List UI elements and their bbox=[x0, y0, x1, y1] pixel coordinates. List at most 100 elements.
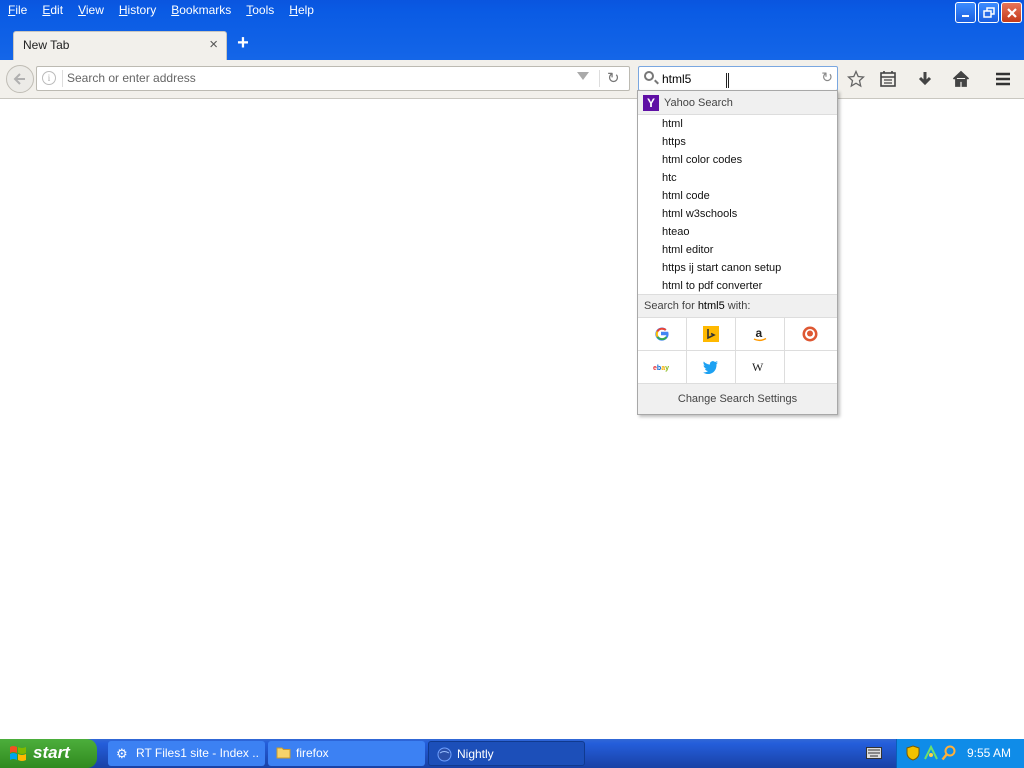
svg-text:ebay: ebay bbox=[653, 365, 669, 372]
search-bar[interactable]: ↻ bbox=[638, 66, 838, 91]
navigation-toolbar: i ↻ ↻ bbox=[0, 60, 1024, 99]
address-input[interactable] bbox=[67, 69, 567, 87]
restore-button[interactable] bbox=[978, 2, 999, 23]
yahoo-icon: Y bbox=[643, 95, 659, 111]
window-titlebar: File Edit View History Bookmarks Tools H… bbox=[0, 0, 1024, 60]
menu-bookmarks-label: ookmarks bbox=[179, 3, 232, 17]
suggestion-item[interactable]: html bbox=[638, 115, 837, 133]
menu-view[interactable]: View bbox=[70, 0, 111, 22]
suggestion-item[interactable]: hteao bbox=[638, 223, 837, 241]
reload-icon[interactable]: ↻ bbox=[607, 69, 620, 87]
text-cursor bbox=[726, 73, 729, 88]
back-arrow-icon bbox=[13, 73, 25, 85]
close-icon bbox=[1006, 7, 1017, 18]
menu-file[interactable]: File bbox=[0, 0, 34, 22]
duckduckgo-engine-button[interactable] bbox=[785, 318, 834, 350]
history-dropdown-icon[interactable] bbox=[577, 72, 589, 80]
twitter-engine-button[interactable] bbox=[687, 351, 736, 383]
back-button[interactable] bbox=[6, 65, 34, 93]
security-shield-icon[interactable] bbox=[905, 745, 921, 761]
taskbar: start ⚙ RT Files1 site - Index ... firef… bbox=[0, 739, 1024, 768]
network-icon[interactable] bbox=[923, 744, 939, 761]
tab-label: New Tab bbox=[23, 38, 70, 52]
urlbar-divider-2 bbox=[599, 70, 600, 87]
taskbar-item-label: firefox bbox=[296, 746, 329, 760]
search-for-label: Search for html5 with: bbox=[638, 294, 837, 318]
bing-engine-button[interactable] bbox=[687, 318, 736, 350]
minimize-icon bbox=[961, 14, 969, 17]
folder-icon bbox=[276, 746, 291, 761]
site-info-icon[interactable]: i bbox=[42, 71, 56, 85]
suggestion-item[interactable]: html code bbox=[638, 187, 837, 205]
search-tray-icon[interactable] bbox=[941, 745, 957, 761]
search-go-icon[interactable]: ↻ bbox=[821, 69, 833, 86]
menu-tools[interactable]: Tools bbox=[238, 0, 281, 22]
one-click-engines-row: a bbox=[638, 318, 837, 351]
menu-help[interactable]: Help bbox=[281, 0, 321, 22]
current-engine-header: Y Yahoo Search bbox=[638, 91, 837, 115]
ebay-icon: ebay bbox=[653, 365, 669, 372]
menu-view-label: iew bbox=[85, 3, 104, 17]
menu-edit-label: dit bbox=[50, 3, 64, 17]
home-icon[interactable] bbox=[951, 70, 971, 90]
suggestion-item[interactable]: https ij start canon setup bbox=[638, 259, 837, 277]
close-window-button[interactable] bbox=[1001, 2, 1022, 23]
menu-history[interactable]: History bbox=[111, 0, 163, 22]
menu-view-mnemonic: V bbox=[78, 3, 86, 17]
google-icon bbox=[655, 327, 669, 341]
urlbar-divider bbox=[62, 70, 63, 87]
system-clock: 9:55 AM bbox=[967, 746, 1012, 760]
suggestion-item[interactable]: html w3schools bbox=[638, 205, 837, 223]
search-for-term: html5 bbox=[697, 300, 725, 312]
taskbar-item-label: RT Files1 site - Index ... bbox=[136, 746, 260, 760]
taskbar-item-firefox-folder[interactable]: firefox bbox=[268, 741, 425, 766]
suggestion-item[interactable]: https bbox=[638, 133, 837, 151]
change-search-settings-button[interactable]: Change Search Settings bbox=[638, 384, 837, 414]
window-controls bbox=[955, 2, 1022, 23]
suggestion-item[interactable]: html color codes bbox=[638, 151, 837, 169]
suggestion-item[interactable]: html to pdf converter bbox=[638, 277, 837, 295]
minimize-button[interactable] bbox=[955, 2, 976, 23]
menu-bar: File Edit View History Bookmarks Tools H… bbox=[0, 0, 321, 22]
menu-tools-label: ools bbox=[252, 3, 275, 17]
bookmarks-menu-icon[interactable] bbox=[878, 70, 898, 90]
menu-help-mnemonic: H bbox=[289, 3, 298, 17]
menu-history-mnemonic: H bbox=[118, 3, 128, 17]
taskbar-item-nightly[interactable]: Nightly bbox=[428, 741, 585, 766]
system-tray: 9:55 AM bbox=[896, 739, 1024, 768]
search-icon[interactable] bbox=[644, 71, 654, 81]
menu-bookmarks[interactable]: Bookmarks bbox=[163, 0, 238, 22]
wikipedia-icon: W bbox=[752, 361, 764, 373]
svg-text:W: W bbox=[752, 361, 764, 373]
search-for-suffix: with: bbox=[724, 300, 751, 312]
tab-close-icon[interactable]: × bbox=[209, 36, 218, 53]
svg-text:a: a bbox=[756, 326, 763, 340]
start-label: start bbox=[33, 743, 70, 762]
keyboard-icon[interactable] bbox=[866, 747, 882, 759]
tab-new-tab[interactable]: New Tab × bbox=[13, 31, 227, 60]
nightly-globe-icon bbox=[437, 747, 452, 762]
downloads-icon[interactable] bbox=[915, 70, 935, 90]
amazon-engine-button[interactable]: a bbox=[736, 318, 785, 350]
suggestion-item[interactable]: htc bbox=[638, 169, 837, 187]
start-button[interactable]: start bbox=[0, 739, 97, 768]
twitter-icon bbox=[703, 361, 718, 374]
google-engine-button[interactable] bbox=[638, 318, 687, 350]
new-tab-button[interactable]: + bbox=[233, 33, 253, 53]
address-bar[interactable]: i ↻ bbox=[36, 66, 630, 91]
taskbar-item-rt-files[interactable]: ⚙ RT Files1 site - Index ... bbox=[108, 741, 265, 766]
gear-icon: ⚙ bbox=[116, 746, 128, 761]
suggestion-item[interactable]: html editor bbox=[638, 241, 837, 259]
menu-history-label: istory bbox=[127, 3, 157, 17]
search-input[interactable] bbox=[662, 70, 812, 87]
empty-engine-slot bbox=[785, 351, 834, 383]
suggestion-list: html https html color codes htc html cod… bbox=[638, 115, 837, 295]
menu-file-label: ile bbox=[15, 3, 28, 17]
menu-edit[interactable]: Edit bbox=[34, 0, 70, 22]
bookmark-star-icon[interactable] bbox=[846, 69, 866, 90]
ebay-engine-button[interactable]: ebay bbox=[638, 351, 687, 383]
duckduckgo-icon bbox=[802, 326, 817, 342]
hamburger-menu-icon[interactable] bbox=[993, 70, 1013, 90]
wikipedia-engine-button[interactable]: W bbox=[736, 351, 785, 383]
restore-icon bbox=[982, 6, 995, 18]
